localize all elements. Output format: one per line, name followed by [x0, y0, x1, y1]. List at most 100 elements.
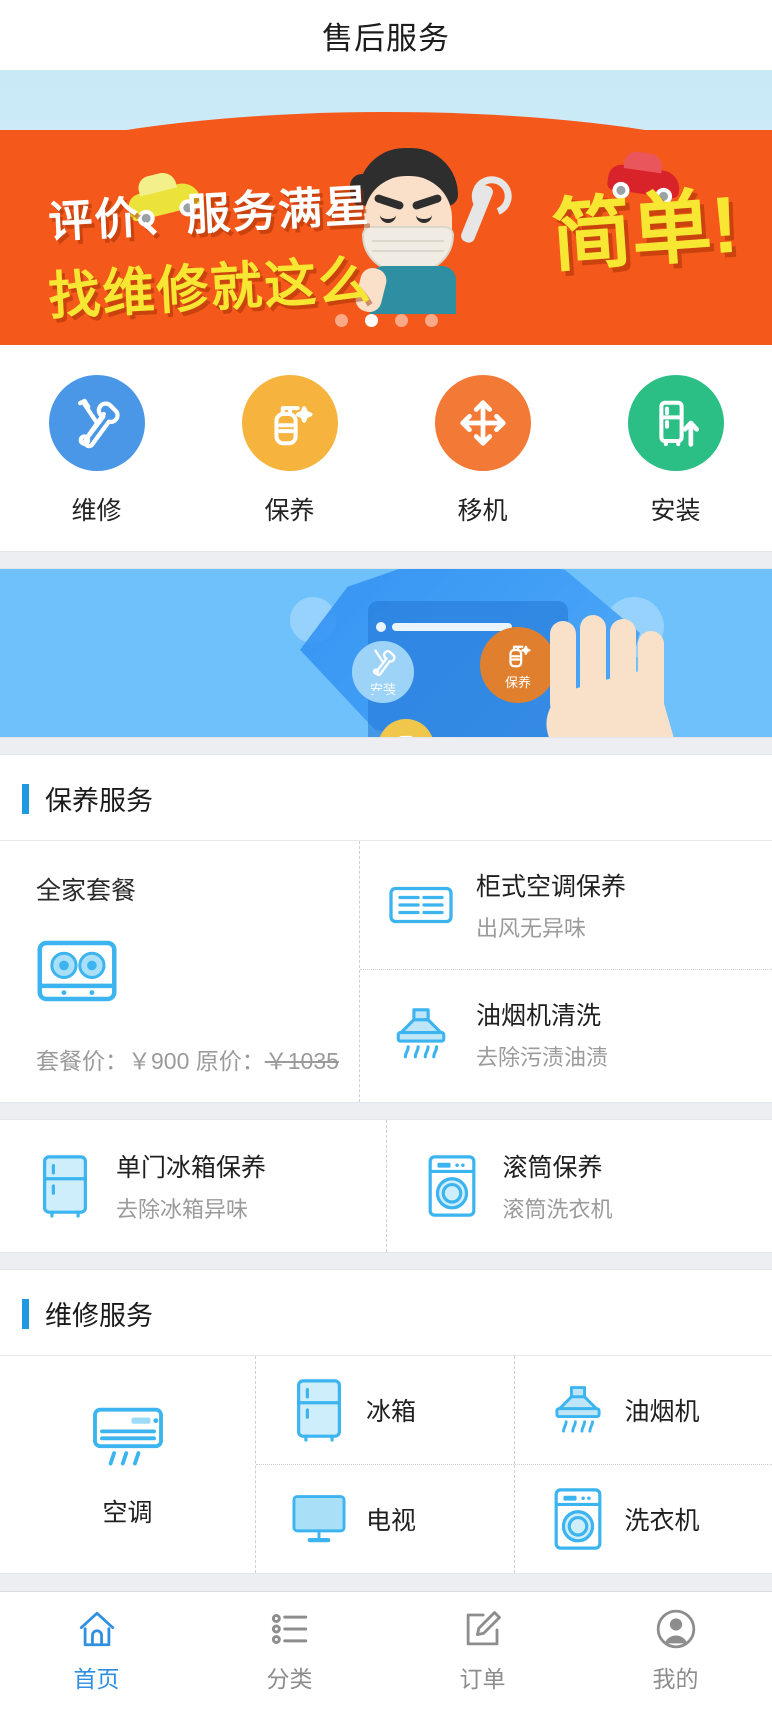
tv-icon — [290, 1487, 348, 1551]
category-label: 安装 — [650, 491, 700, 527]
section-accent-bar — [22, 784, 29, 814]
washer-icon — [423, 1154, 481, 1218]
repair-item-tv[interactable]: 电视 — [256, 1465, 514, 1573]
washer-icon — [549, 1487, 607, 1551]
section-divider — [0, 1102, 772, 1120]
tab-label: 首页 — [74, 1660, 120, 1694]
family-package-card[interactable]: 全家套餐 套餐价：￥900 原价：￥1035 — [0, 841, 360, 1102]
fridge-icon — [290, 1378, 348, 1442]
hero-headline-line1: 评价、服务满星 — [47, 170, 372, 251]
repair-grid-row: 冰箱 油烟机 — [256, 1356, 772, 1464]
repair-item-label: 油烟机 — [625, 1392, 700, 1428]
fridge-icon — [36, 1154, 94, 1218]
carousel-dot-4[interactable] — [425, 314, 438, 327]
tab-categories[interactable]: 分类 — [193, 1592, 386, 1709]
hand-illustration — [540, 621, 670, 737]
tab-profile[interactable]: 我的 — [579, 1592, 772, 1709]
home-icon — [76, 1608, 118, 1650]
promo-banner[interactable]: 安装 保养 — [0, 569, 772, 737]
repair-item-air-conditioner[interactable]: 空调 — [0, 1356, 256, 1573]
original-price-label: 原价： — [196, 1048, 265, 1074]
split-ac-icon — [88, 1401, 168, 1467]
care-item-name: 油烟机清洗 — [476, 996, 608, 1032]
fridge-install-icon — [649, 396, 703, 450]
bottom-tab-bar: 首页 分类 订单 我的 — [0, 1591, 772, 1709]
category-item-installation[interactable]: 安装 — [579, 375, 772, 527]
section-divider — [0, 1573, 772, 1591]
care-item-sub: 去除污渍油渍 — [476, 1040, 608, 1072]
tab-label: 分类 — [267, 1660, 313, 1694]
repair-item-label: 空调 — [102, 1493, 152, 1529]
carousel-dot-1[interactable] — [335, 314, 348, 327]
repair-grid-row: 电视 洗衣机 — [256, 1464, 772, 1573]
repair-item-label: 洗衣机 — [625, 1501, 700, 1537]
list-icon — [269, 1608, 311, 1650]
category-item-relocation[interactable]: 移机 — [386, 375, 579, 527]
package-price-row: 套餐价：￥900 原价：￥1035 — [36, 1042, 359, 1076]
range-hood-icon — [388, 1007, 454, 1061]
care-section-header: 保养服务 — [0, 755, 772, 841]
care-item-name: 滚筒保养 — [503, 1148, 613, 1184]
repair-item-range-hood[interactable]: 油烟机 — [514, 1356, 772, 1464]
category-label: 维修 — [71, 491, 121, 527]
original-price: ￥1035 — [265, 1048, 339, 1074]
repair-services-grid: 空调 冰箱 油烟机 — [0, 1356, 772, 1573]
page-header: 售后服务 — [0, 0, 772, 70]
carousel-dot-2[interactable] — [365, 314, 378, 327]
care-item-drum-washer[interactable]: 滚筒保养 滚筒洗衣机 — [386, 1120, 772, 1252]
promo-bubble-install: 安装 — [352, 641, 414, 703]
section-divider — [0, 737, 772, 755]
cabinet-ac-icon — [388, 878, 454, 932]
package-icon-wrap — [36, 939, 359, 1008]
tab-orders[interactable]: 订单 — [386, 1592, 579, 1709]
category-shortcuts: 维修 保养 移机 安装 — [0, 345, 772, 551]
package-price: ￥900 — [128, 1048, 189, 1074]
tools-icon — [368, 647, 398, 677]
carousel-dots[interactable] — [0, 314, 772, 327]
repair-item-fridge[interactable]: 冰箱 — [256, 1356, 514, 1464]
fridge-icon — [391, 732, 421, 737]
hero-headline-emphasis: 简单! — [548, 160, 742, 289]
section-divider — [0, 1252, 772, 1270]
section-title: 维修服务 — [45, 1294, 153, 1333]
gas-stove-icon — [36, 939, 118, 1003]
price-label: 套餐价： — [36, 1048, 128, 1074]
carousel-dot-3[interactable] — [395, 314, 408, 327]
care-item-cabinet-ac[interactable]: 柜式空调保养 出风无异味 — [360, 841, 772, 969]
category-item-maintenance[interactable]: 保养 — [193, 375, 386, 527]
category-label: 移机 — [457, 491, 507, 527]
care-item-sub: 出风无异味 — [476, 911, 626, 943]
care-item-name: 柜式空调保养 — [476, 867, 626, 903]
order-edit-icon — [462, 1608, 504, 1650]
repair-item-label: 冰箱 — [366, 1392, 416, 1428]
care-items-column: 柜式空调保养 出风无异味 油烟机清洗 去除污渍油渍 — [360, 841, 772, 1102]
care-item-range-hood[interactable]: 油烟机清洗 去除污渍油渍 — [360, 969, 772, 1098]
promo-bubble-label: 安装 — [370, 679, 396, 698]
tab-home[interactable]: 首页 — [0, 1592, 193, 1709]
care-item-sub: 滚筒洗衣机 — [503, 1192, 613, 1224]
hero-banner-carousel[interactable]: 评价、服务满星 找维修就这么 简单! — [0, 70, 772, 345]
move-arrows-icon — [456, 396, 510, 450]
care-services-row-2: 单门冰箱保养 去除冰箱异味 滚筒保养 滚筒洗衣机 — [0, 1120, 772, 1252]
category-label: 保养 — [264, 491, 314, 527]
promo-bubble-label: 保养 — [505, 672, 531, 691]
spray-bottle-icon — [263, 396, 317, 450]
tab-label: 我的 — [653, 1660, 699, 1694]
care-item-single-door-fridge[interactable]: 单门冰箱保养 去除冰箱异味 — [0, 1120, 386, 1252]
range-hood-icon — [549, 1378, 607, 1442]
user-icon — [655, 1608, 697, 1650]
page-title: 售后服务 — [322, 13, 450, 58]
tab-label: 订单 — [460, 1660, 506, 1694]
category-icon-circle — [435, 375, 531, 471]
section-title: 保养服务 — [45, 779, 153, 818]
repair-item-label: 电视 — [366, 1501, 416, 1537]
tools-icon — [70, 396, 124, 450]
care-item-name: 单门冰箱保养 — [116, 1148, 266, 1184]
section-divider — [0, 551, 772, 569]
care-item-sub: 去除冰箱异味 — [116, 1192, 266, 1224]
repair-section-header: 维修服务 — [0, 1270, 772, 1356]
package-title: 全家套餐 — [36, 871, 359, 907]
category-item-repair[interactable]: 维修 — [0, 375, 193, 527]
category-icon-circle — [49, 375, 145, 471]
repair-item-washer[interactable]: 洗衣机 — [514, 1465, 772, 1573]
